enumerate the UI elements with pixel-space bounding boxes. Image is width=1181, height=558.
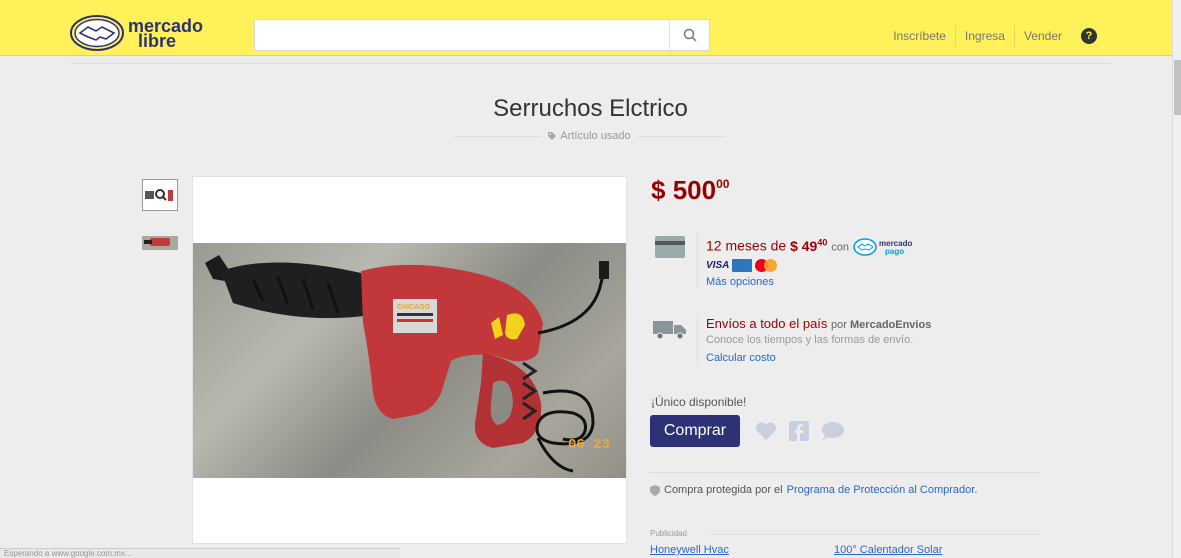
installment-cents: 40 bbox=[817, 237, 828, 247]
mercadolibre-logo[interactable]: mercado libre bbox=[70, 13, 230, 57]
product-condition: Artículo usado bbox=[560, 130, 631, 142]
search-box bbox=[254, 19, 710, 51]
mercadopago-text-2: pago bbox=[885, 247, 904, 256]
amex-icon bbox=[732, 259, 753, 272]
vertical-scrollbar[interactable] bbox=[1172, 0, 1181, 558]
card-brands: VISA bbox=[706, 259, 778, 272]
header-nav: Inscríbete Ingresa Vender ? bbox=[884, 25, 1097, 47]
shipping-brand: MercadoEnvios bbox=[850, 319, 932, 331]
shipping-divider bbox=[697, 314, 698, 366]
social-actions bbox=[755, 421, 845, 441]
mastercard-icon bbox=[755, 259, 778, 272]
buyer-protection: Compra protegida por el Programa de Prot… bbox=[650, 484, 977, 496]
price: $ 50000 bbox=[651, 175, 729, 206]
scrollbar-thumb[interactable] bbox=[1174, 60, 1181, 115]
nav-login-link[interactable]: Ingresa bbox=[954, 25, 1014, 47]
header-divider bbox=[70, 63, 1110, 64]
installments-text: 12 meses de bbox=[706, 237, 787, 254]
tag-icon bbox=[548, 132, 557, 140]
product-title: Serruchos Elctrico bbox=[493, 95, 688, 122]
price-cents: 00 bbox=[716, 177, 730, 191]
installment-amount: 49 bbox=[801, 237, 818, 254]
ads-divider bbox=[710, 534, 1040, 535]
search-input[interactable] bbox=[255, 20, 665, 50]
help-icon[interactable]: ? bbox=[1081, 28, 1097, 44]
purchase-divider bbox=[650, 472, 1040, 473]
shipping-title: Envíos a todo el país bbox=[706, 316, 828, 331]
credit-card-icon bbox=[655, 236, 685, 258]
product-image[interactable]: CHICAGO 06 23 bbox=[192, 176, 627, 544]
svg-text:CHICAGO: CHICAGO bbox=[397, 304, 431, 311]
price-integer: 500 bbox=[672, 175, 717, 205]
truck-icon bbox=[653, 321, 686, 340]
facebook-icon[interactable] bbox=[789, 421, 809, 441]
protection-suffix: . bbox=[974, 484, 978, 496]
nav-signup-link[interactable]: Inscríbete bbox=[884, 25, 955, 47]
shipping-subtitle: Conoce los tiempos y las formas de envío… bbox=[706, 334, 914, 346]
ad-link-1[interactable]: Honeywell Hvac bbox=[650, 544, 729, 556]
protection-prefix: Compra protegida por el bbox=[664, 484, 783, 496]
payment-divider bbox=[697, 232, 698, 288]
installment-currency: $ bbox=[790, 237, 798, 254]
search-icon bbox=[683, 28, 697, 42]
nav-sell-link[interactable]: Vender bbox=[1013, 25, 1071, 47]
comment-icon[interactable] bbox=[821, 421, 845, 441]
ads-label: Publicidad bbox=[650, 529, 687, 538]
heart-icon[interactable] bbox=[755, 421, 777, 441]
thumbnail-2[interactable] bbox=[142, 228, 178, 260]
shipping-by: por bbox=[831, 319, 847, 331]
shipping-info: Envíos a todo el país por MercadoEnvios … bbox=[650, 314, 970, 374]
more-payment-options-link[interactable]: Más opciones bbox=[706, 276, 774, 288]
ad-link-2[interactable]: 100° Calentador Solar bbox=[834, 544, 942, 556]
visa-logo: VISA bbox=[706, 260, 730, 271]
installment-con: con bbox=[831, 241, 849, 254]
payment-info: 12 meses de $ 4940 con mercado pago VISA… bbox=[650, 232, 950, 292]
search-button[interactable] bbox=[669, 20, 709, 50]
logo-text-libre: libre bbox=[138, 31, 176, 51]
protection-program-link[interactable]: Programa de Protección al Comprador bbox=[787, 484, 975, 496]
shield-icon bbox=[650, 484, 660, 496]
mercadopago-logo: mercado pago bbox=[853, 238, 912, 256]
price-currency: $ bbox=[651, 175, 666, 205]
site-header: mercado libre Inscríbete Ingresa Vender … bbox=[0, 0, 1172, 56]
photo-date-stamp: 06 23 bbox=[568, 437, 610, 453]
product-photo: CHICAGO 06 23 bbox=[193, 243, 626, 478]
browser-status-bar: Esperando a www.google.com.mx... bbox=[0, 548, 400, 558]
availability-text: ¡Único disponible! bbox=[651, 395, 747, 409]
calculate-shipping-link[interactable]: Calcular costo bbox=[706, 352, 776, 364]
thumbnail-1[interactable] bbox=[142, 179, 178, 211]
buy-button[interactable]: Comprar bbox=[650, 415, 740, 447]
condition-row: Artículo usado bbox=[453, 127, 725, 145]
